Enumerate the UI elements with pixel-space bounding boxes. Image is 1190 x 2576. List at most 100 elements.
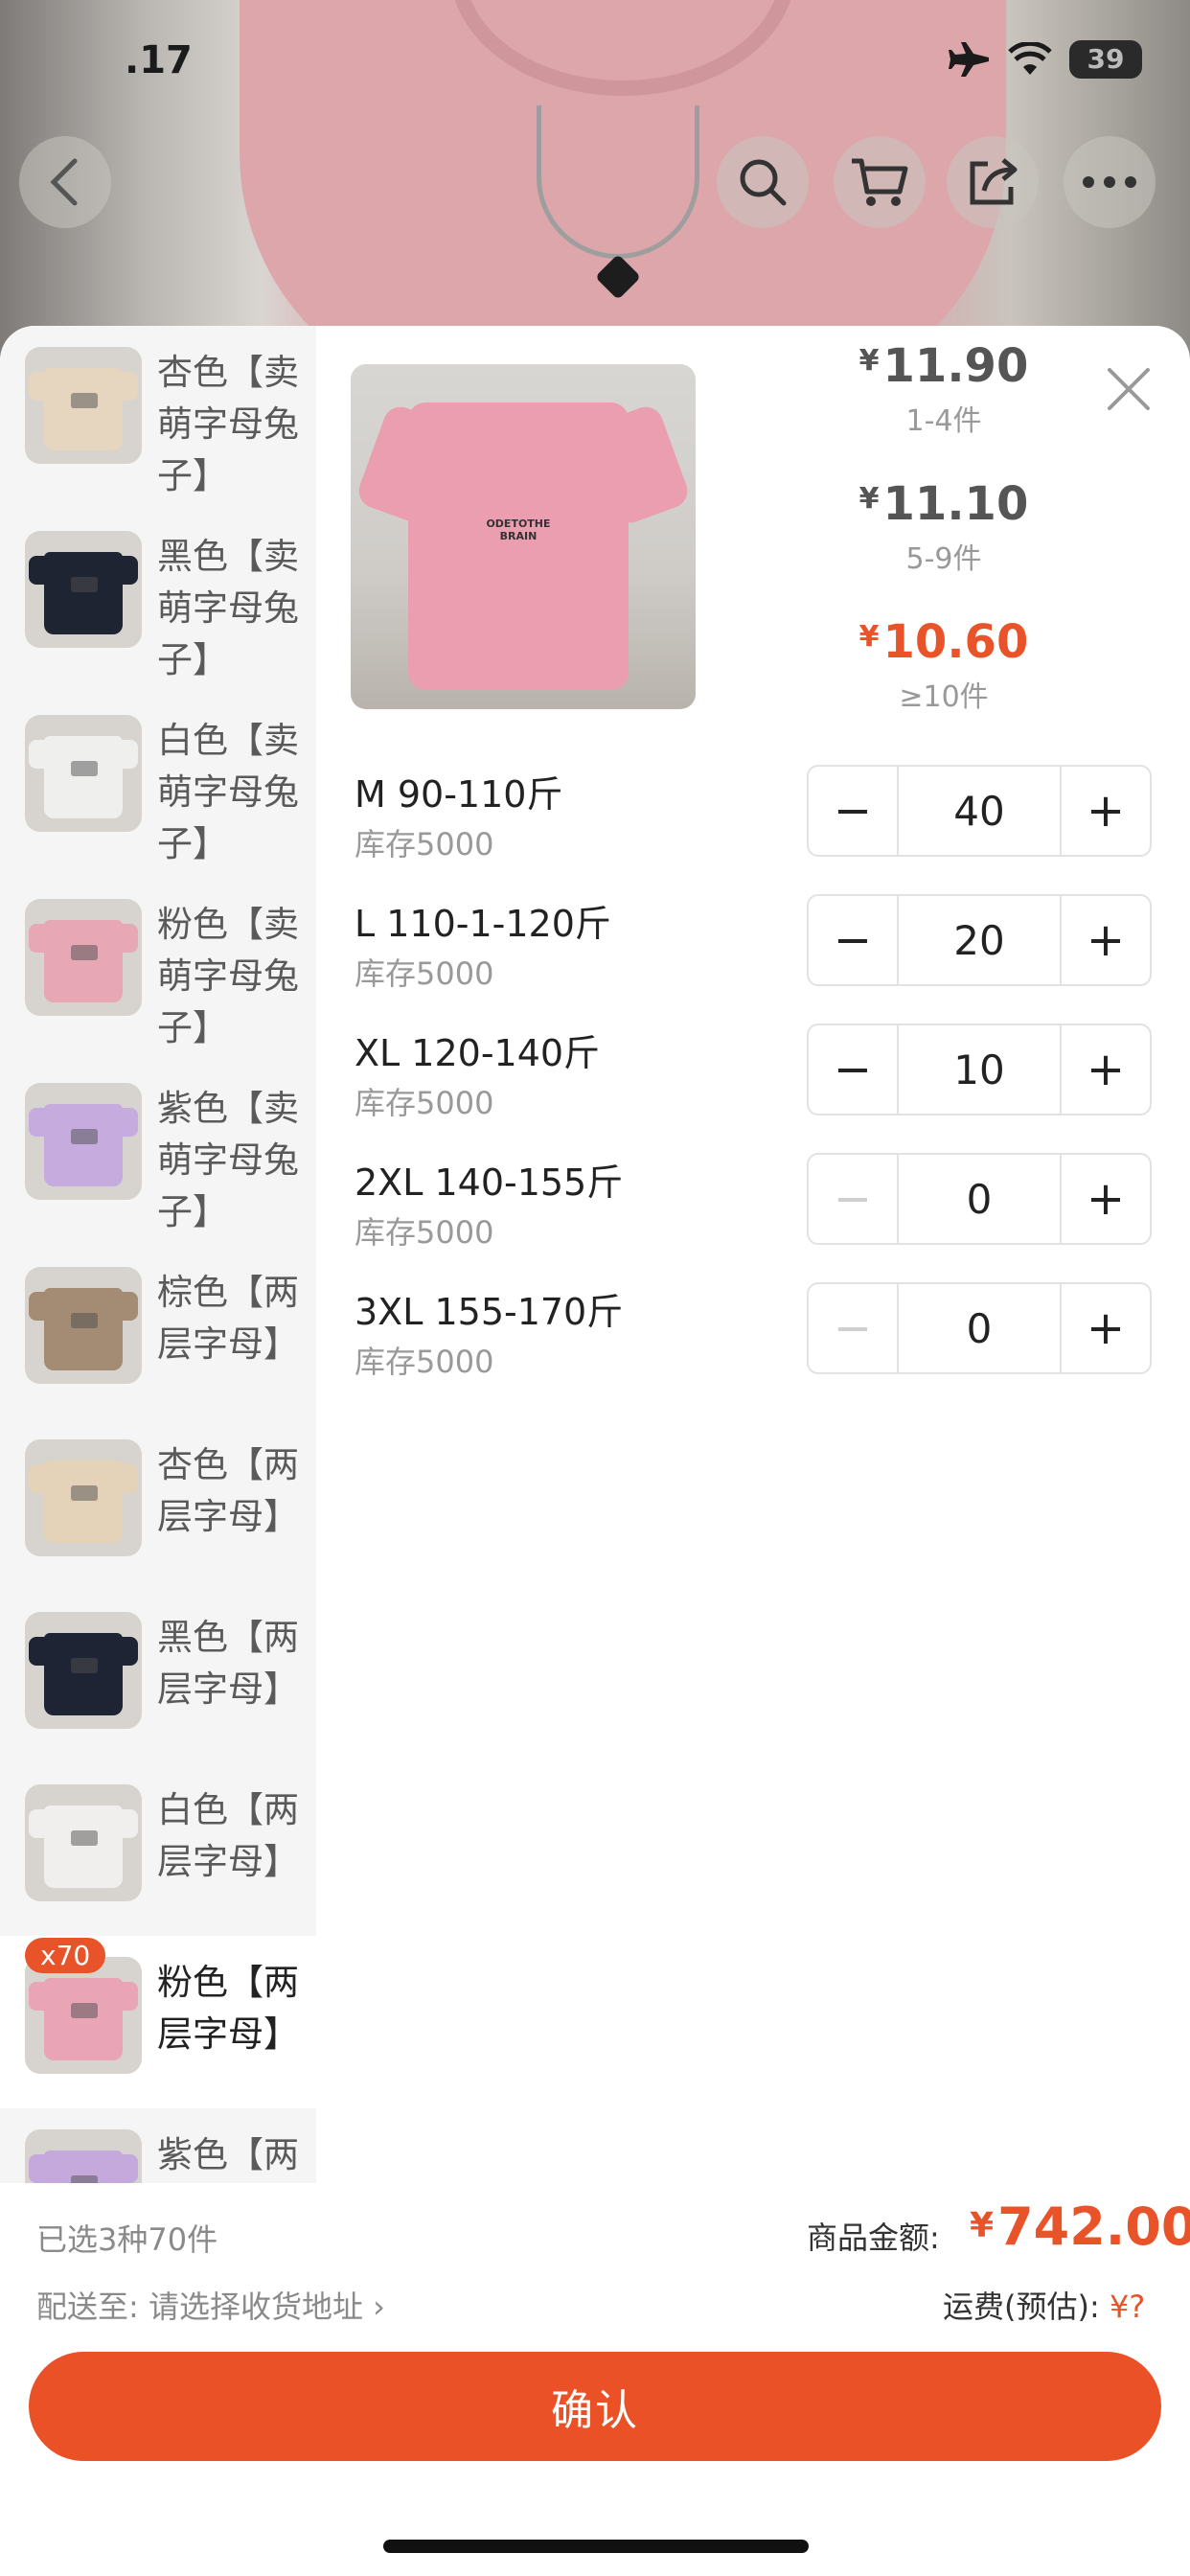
home-indicator [383, 2540, 809, 2553]
color-list[interactable]: 杏色【卖萌字母兔子】 黑色【卖萌字母兔子】白色【卖萌字母兔子】 粉色【卖萌字母兔子】… [0, 326, 316, 2183]
quantity-stepper[interactable]: −20 + [807, 894, 1152, 986]
color-option[interactable]: 杏色【卖萌字母兔子】 [0, 326, 316, 510]
increment-button[interactable]: + [1062, 767, 1150, 855]
color-option[interactable]: 黑色【两层字母】 [0, 1591, 316, 1763]
tier-price-value: 11.90 [882, 339, 1029, 393]
thumbnail-shirt [29, 1460, 138, 1543]
status-time: .17 [125, 38, 193, 82]
quantity-stepper[interactable]: −40 + [807, 765, 1152, 857]
cart-button[interactable] [834, 136, 926, 228]
decrement-button[interactable]: − [809, 1025, 897, 1114]
ship-to-link[interactable]: 配送至: 请选择收货地址 › [36, 2283, 385, 2327]
cart-icon [852, 158, 908, 206]
color-thumbnail [25, 899, 142, 1016]
increment-button[interactable]: + [1062, 1284, 1150, 1372]
size-stock: 库存5000 [355, 955, 494, 992]
color-option[interactable]: 杏色【两层字母】 [0, 1418, 316, 1591]
shirt-print-text: ODETOTHE BRAIN [486, 518, 551, 542]
amount-currency: ¥ [970, 2206, 995, 2245]
quantity-input[interactable]: 10 [897, 1025, 1062, 1114]
product-image[interactable]: ODETOTHE BRAIN [351, 364, 696, 709]
size-stock: 库存5000 [355, 826, 494, 862]
size-row: L 110-1-120斤库存5000 −20 + [355, 894, 1161, 1000]
color-option[interactable]: 粉色【两层字母】 x70 [0, 1936, 316, 2108]
color-name: 白色【卖萌字母兔子】 [157, 720, 299, 864]
color-thumbnail [25, 1612, 142, 1729]
size-row: 2XL 140-155斤 库存5000 −0 + [355, 1153, 1161, 1258]
quantity-stepper[interactable]: −0 + [807, 1153, 1152, 1245]
thumbnail-print [71, 1313, 98, 1328]
size-stock: 库存5000 [355, 1085, 494, 1121]
color-option[interactable]: 白色【卖萌字母兔子】 [0, 694, 316, 878]
decrement-button[interactable]: − [809, 1155, 897, 1243]
color-thumbnail [25, 1083, 142, 1200]
color-name: 紫色【两层字母】 [157, 2134, 299, 2175]
size-label: L 110-1-120斤 [355, 903, 611, 945]
thumbnail-shirt [29, 1288, 138, 1370]
color-option[interactable]: 紫色【卖萌字母兔子】 [0, 1062, 316, 1246]
color-thumbnail [25, 715, 142, 832]
color-option[interactable]: 黑色【卖萌字母兔子】 [0, 510, 316, 694]
quantity-stepper[interactable]: −10 + [807, 1024, 1152, 1116]
price-tier: ¥10.60 ≥10件 [805, 615, 1083, 715]
increment-button[interactable]: + [1062, 1025, 1150, 1114]
image-shirt [408, 402, 629, 690]
confirm-button[interactable]: 确认 [29, 2352, 1161, 2461]
close-button[interactable] [1102, 362, 1156, 416]
color-name: 紫色【卖萌字母兔子】 [157, 1088, 299, 1232]
order-summary: 已选3种70件 商品金额: ¥742.00 配送至: 请选择收货地址 › 运费(… [0, 2183, 1190, 2576]
quantity-input[interactable]: 0 [897, 1284, 1062, 1372]
color-name: 棕色【两层字母】 [157, 1272, 299, 1365]
color-name: 粉色【两层字母】 [157, 1962, 299, 2055]
amount-value: 742.00 [997, 2196, 1190, 2257]
tier-price: ¥10.60 [805, 615, 1083, 669]
close-icon [1108, 368, 1150, 410]
thumbnail-shirt [29, 368, 138, 450]
share-button[interactable] [947, 136, 1039, 228]
color-thumbnail [25, 1784, 142, 1901]
increment-button[interactable]: + [1062, 1155, 1150, 1243]
color-option[interactable]: 粉色【卖萌字母兔子】 [0, 878, 316, 1062]
quantity-badge: x70 [25, 1938, 106, 1973]
thumbnail-print [71, 1129, 98, 1144]
tier-range: ≥10件 [899, 680, 989, 714]
color-name: 黑色【两层字母】 [157, 1617, 299, 1710]
price-tier: ¥11.90 1-4件 [805, 339, 1083, 439]
color-name: 粉色【卖萌字母兔子】 [157, 904, 299, 1048]
color-thumbnail [25, 2129, 142, 2183]
color-option[interactable]: 棕色【两层字母】 [0, 1246, 316, 1418]
color-option[interactable]: 紫色【两层字母】 [0, 2108, 316, 2183]
size-row: 3XL 155-170斤 库存5000 −0 + [355, 1282, 1161, 1388]
quantity-input[interactable]: 20 [897, 896, 1062, 984]
quantity-stepper[interactable]: −0 + [807, 1282, 1152, 1374]
size-row: XL 120-140斤库存5000 −10 + [355, 1024, 1161, 1129]
size-label: XL 120-140斤 [355, 1032, 601, 1074]
back-button[interactable] [19, 136, 111, 228]
thumbnail-print [71, 2175, 98, 2183]
tier-currency: ¥ [858, 344, 880, 378]
size-stock: 库存5000 [355, 1344, 494, 1380]
search-button[interactable] [717, 136, 809, 228]
thumbnail-shirt [29, 1978, 138, 2060]
more-button[interactable] [1064, 136, 1156, 228]
decrement-button[interactable]: − [809, 767, 897, 855]
tier-price: ¥11.10 [805, 477, 1083, 531]
quantity-input[interactable]: 0 [897, 1155, 1062, 1243]
thumbnail-shirt [29, 920, 138, 1002]
thumbnail-print [71, 393, 98, 408]
thumbnail-print [71, 577, 98, 592]
tier-range: 5-9件 [905, 542, 982, 576]
quantity-input[interactable]: 40 [897, 767, 1062, 855]
increment-button[interactable]: + [1062, 896, 1150, 984]
share-icon [970, 158, 1018, 205]
decrement-button[interactable]: − [809, 1284, 897, 1372]
tier-currency: ¥ [858, 620, 880, 654]
thumbnail-print [71, 945, 98, 960]
airplane-icon [949, 42, 989, 77]
decrement-button[interactable]: − [809, 896, 897, 984]
color-thumbnail [25, 1439, 142, 1556]
thumbnail-shirt [29, 736, 138, 818]
thumbnail-print [71, 1485, 98, 1501]
shipping-fee-label: 运费(预估): [943, 2288, 1100, 2325]
color-option[interactable]: 白色【两层字母】 [0, 1763, 316, 1936]
